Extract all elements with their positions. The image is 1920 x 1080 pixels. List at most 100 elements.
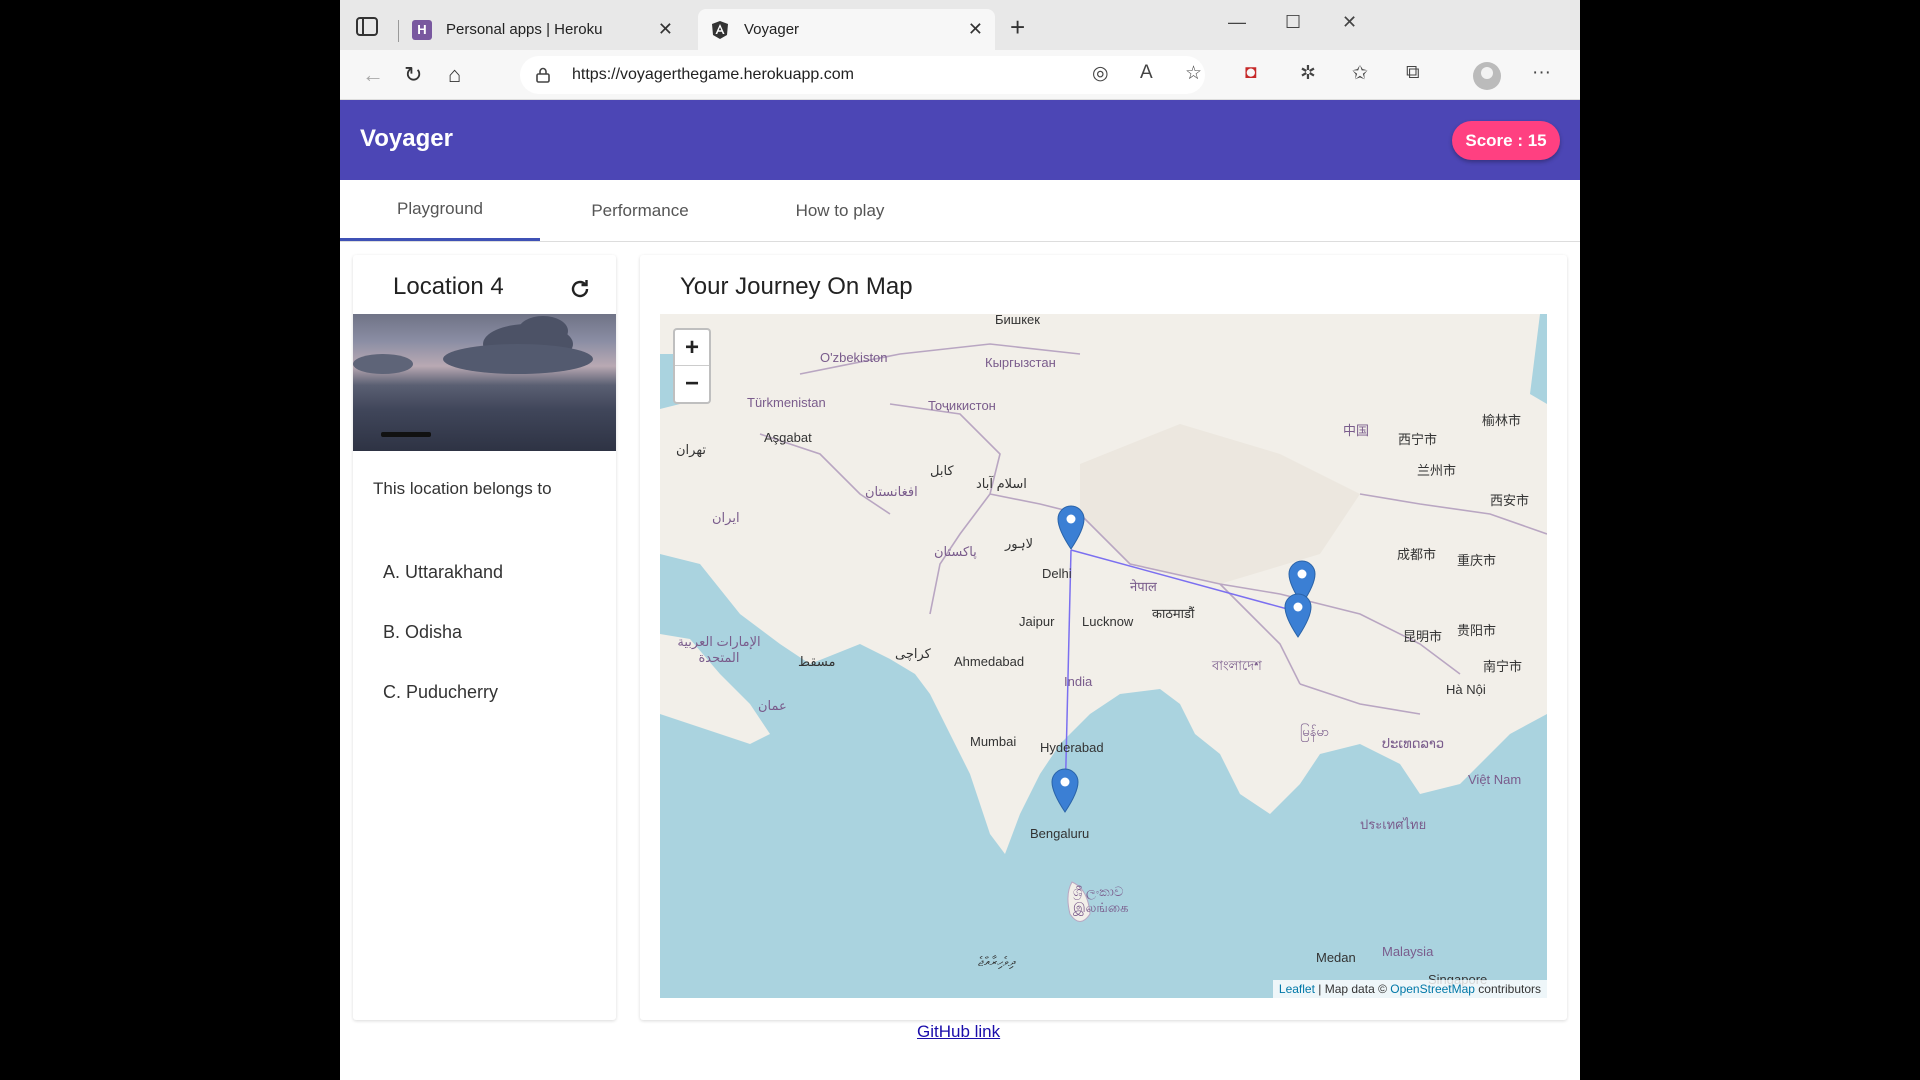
map-label: کراچی <box>895 646 931 661</box>
map-label: 昆明市 <box>1403 629 1443 644</box>
location-title: Location 4 <box>393 273 504 300</box>
refresh-icon[interactable]: ↻ <box>404 63 422 87</box>
map-attribution: Leaflet | Map data © OpenStreetMap contr… <box>1272 980 1547 998</box>
map-label: 兰州市 <box>1417 463 1457 478</box>
map-label: پاکستان <box>934 544 977 559</box>
map-label: 成都市 <box>1397 547 1437 562</box>
main-tabs: Playground Performance How to play <box>340 180 1580 242</box>
attribution-text: | Map data © <box>1314 982 1391 996</box>
map-label: O'zbekiston <box>820 350 888 365</box>
map-label: Jaipur <box>1019 614 1055 629</box>
new-tab-icon[interactable]: + <box>1010 14 1025 40</box>
refresh-icon[interactable] <box>568 277 592 301</box>
map-label: ایران <box>712 510 740 525</box>
angular-icon <box>710 20 730 40</box>
map-label: 中国 <box>1343 423 1370 438</box>
attribution-text: contributors <box>1474 982 1541 996</box>
map-label: ශ්‍රී ලංකාව இலங்கை <box>1073 884 1129 915</box>
map-label: काठमाडौं <box>1152 606 1195 621</box>
zoom-control: + − <box>673 328 711 404</box>
map-label: မြန်မာ <box>1300 724 1330 739</box>
map-label: India <box>1064 674 1093 689</box>
collections-icon[interactable]: ⧉ <box>1406 62 1420 84</box>
home-icon[interactable]: ⌂ <box>448 63 461 87</box>
map-label: 重庆市 <box>1457 553 1497 568</box>
question-prompt: This location belongs to <box>373 479 552 498</box>
leaflet-link[interactable]: Leaflet <box>1279 982 1315 996</box>
browser-tab-heroku[interactable]: H Personal apps | Heroku ✕ <box>400 9 685 50</box>
map-label: اسلام آباد <box>976 476 1027 491</box>
map-label: Medan <box>1316 950 1356 965</box>
answer-option-a[interactable]: A. Uttarakhand <box>383 562 503 583</box>
map-label: 西安市 <box>1490 493 1530 508</box>
journey-map[interactable]: Бишкек O'zbekiston Кыргызстан Türkmenist… <box>660 314 1547 998</box>
browser-tab-voyager[interactable]: Voyager ✕ <box>698 9 995 50</box>
maximize-icon[interactable]: ☐ <box>1285 12 1301 33</box>
location-icon[interactable]: ◎ <box>1092 62 1109 85</box>
extension-icon[interactable]: ◘ <box>1245 62 1256 84</box>
close-icon[interactable]: ✕ <box>658 19 673 40</box>
tab-actions-icon[interactable] <box>354 14 382 40</box>
tab-title: Personal apps | Heroku <box>446 21 603 38</box>
browser-tab-strip: H Personal apps | Heroku ✕ Voyager ✕ + —… <box>340 0 1580 50</box>
lock-icon <box>536 67 550 83</box>
zoom-in-button[interactable]: + <box>675 330 709 366</box>
url-text: https://voyagerthegame.herokuapp.com <box>572 66 854 83</box>
map-label: كابل <box>930 463 954 478</box>
tab-playground[interactable]: Playground <box>340 180 540 241</box>
map-label: Hà Nội <box>1446 682 1486 697</box>
map-label: لاہور <box>1005 536 1034 551</box>
add-favorite-icon[interactable]: ☆ <box>1185 62 1202 85</box>
github-link[interactable]: GitHub link <box>917 1022 1000 1042</box>
tab-performance[interactable]: Performance <box>540 180 740 241</box>
map-label: تهران <box>676 442 706 457</box>
answer-option-b[interactable]: B. Odisha <box>383 622 462 643</box>
map-label: عمان <box>758 698 787 713</box>
map-marker-northeast-2[interactable] <box>1284 593 1312 638</box>
map-card: Your Journey On Map Бишкек O'zbekiston К… <box>640 255 1567 1020</box>
boat-silhouette <box>381 432 431 437</box>
map-label: الإمارات العربية المتحدة <box>677 634 761 665</box>
browser-window: H Personal apps | Heroku ✕ Voyager ✕ + —… <box>340 0 1580 1080</box>
map-label: Việt Nam <box>1468 772 1522 787</box>
tab-how-to-play[interactable]: How to play <box>740 180 940 241</box>
tab-title: Voyager <box>744 21 800 38</box>
tab-separator <box>398 20 399 42</box>
map-label: Тоҷикистон <box>928 398 996 413</box>
map-marker-delhi[interactable] <box>1057 505 1085 550</box>
map-label: Mumbai <box>970 734 1017 749</box>
window-close-icon[interactable]: ✕ <box>1342 12 1357 33</box>
map-label: Hyderabad <box>1040 740 1104 755</box>
map-label: Türkmenistan <box>747 395 826 410</box>
map-label: বাংলাদেশ <box>1212 658 1262 673</box>
browser-toolbar: ← ↻ ⌂ https://voyagerthegame.herokuapp.c… <box>340 50 1580 100</box>
profile-avatar[interactable] <box>1473 62 1501 90</box>
map-label: 贵阳市 <box>1457 623 1497 638</box>
map-title: Your Journey On Map <box>680 273 913 300</box>
map-label: ประเทศไทย <box>1360 817 1427 832</box>
map-label: Бишкек <box>995 314 1040 327</box>
location-photo <box>353 314 616 451</box>
close-icon[interactable]: ✕ <box>968 19 983 40</box>
app-title: Voyager <box>360 125 453 152</box>
back-icon[interactable]: ← <box>362 63 384 87</box>
map-label: 西宁市 <box>1398 432 1438 447</box>
map-label: Aşgabat <box>764 430 812 445</box>
favorites-icon[interactable]: ✩ <box>1352 62 1368 85</box>
read-aloud-icon[interactable]: A <box>1140 62 1153 84</box>
map-label: Ahmedabad <box>954 654 1025 669</box>
map-label: Lucknow <box>1082 614 1134 629</box>
openstreetmap-link[interactable]: OpenStreetMap <box>1390 982 1475 996</box>
zoom-out-button[interactable]: − <box>675 366 709 402</box>
map-label: ދިވެހިރާއްޖެ <box>978 954 1016 969</box>
map-label: Malaysia <box>1382 944 1434 959</box>
map-label: افغانستان <box>865 484 918 499</box>
answer-option-c[interactable]: C. Puducherry <box>383 682 498 703</box>
extensions-icon[interactable]: ✲ <box>1300 62 1316 85</box>
map-label: Delhi <box>1042 566 1072 581</box>
score-badge[interactable]: Score : 15 <box>1452 121 1560 160</box>
minimize-icon[interactable]: — <box>1228 12 1246 33</box>
app-header: Voyager Score : 15 <box>340 100 1580 180</box>
more-options-icon[interactable]: ··· <box>1532 62 1551 84</box>
map-label: Кыргызстан <box>985 355 1056 370</box>
